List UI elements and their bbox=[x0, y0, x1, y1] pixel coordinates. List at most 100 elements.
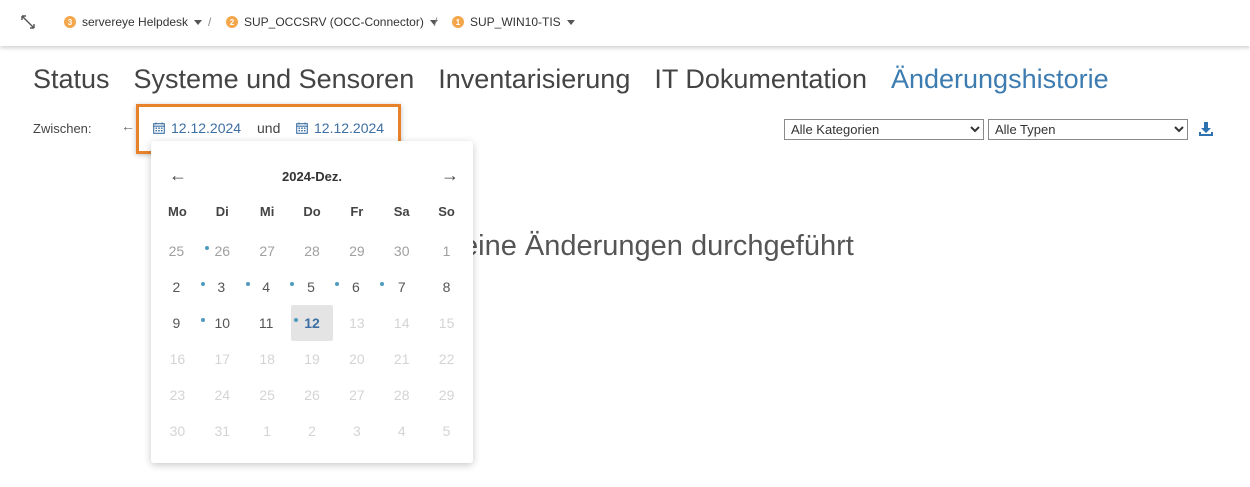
calendar-day-number: 3 bbox=[217, 279, 226, 295]
calendar-day[interactable]: 4 bbox=[245, 269, 295, 305]
event-dot-indicator bbox=[204, 246, 209, 250]
calendar-day-number: 6 bbox=[351, 279, 360, 295]
calendar-day: 23 bbox=[155, 377, 200, 413]
tab-status[interactable]: Status bbox=[33, 64, 110, 95]
main-tabs: Status Systeme und Sensoren Inventarisie… bbox=[33, 64, 1109, 95]
calendar-day: 22 bbox=[424, 341, 469, 377]
calendar-day: 3 bbox=[334, 413, 379, 449]
chevron-down-icon bbox=[194, 19, 203, 25]
calendar-day: 26 bbox=[290, 377, 335, 413]
next-month-button[interactable]: → bbox=[441, 165, 459, 186]
calendar-day-number: 28 bbox=[393, 387, 410, 403]
calendar-day-number: 27 bbox=[259, 243, 275, 259]
calendar-day: 4 bbox=[379, 413, 424, 449]
between-label: Zwischen: bbox=[33, 121, 92, 136]
event-dot-indicator bbox=[200, 318, 205, 322]
calendar-day: 21 bbox=[379, 341, 424, 377]
calendar-day-number: 9 bbox=[172, 315, 181, 331]
weekday-label: Do bbox=[303, 204, 321, 219]
calendar-day: 27 bbox=[334, 377, 379, 413]
calendar-day-number: 2 bbox=[172, 279, 181, 295]
back-arrow-icon[interactable]: ← bbox=[121, 118, 135, 134]
date-from-picker[interactable]: 12.12.2024 bbox=[153, 120, 241, 136]
event-dot-indicator bbox=[293, 318, 298, 322]
calendar-day: 15 bbox=[424, 305, 469, 341]
conjunction-label: und bbox=[257, 120, 281, 136]
breadcrumb-item-helpdesk[interactable]: 3 servereye Helpdesk bbox=[64, 15, 203, 29]
breadcrumb-label: SUP_WIN10-TIS bbox=[470, 15, 561, 29]
breadcrumb-item-occsrv[interactable]: 2 SUP_OCCSRV (OCC-Connector) bbox=[226, 15, 438, 29]
calendar-day: 17 bbox=[200, 341, 245, 377]
calendar-day: 28 bbox=[379, 377, 424, 413]
calendar-day: 19 bbox=[290, 341, 335, 377]
breadcrumb-separator: / bbox=[208, 15, 212, 29]
calendar-day[interactable]: 29 bbox=[334, 233, 379, 269]
date-to-picker[interactable]: 12.12.2024 bbox=[296, 120, 384, 136]
date-from-value: 12.12.2024 bbox=[171, 120, 242, 136]
category-select[interactable]: Alle Kategorien bbox=[784, 119, 984, 140]
calendar-day-number: 4 bbox=[262, 279, 271, 295]
tab-it-dokumentation[interactable]: IT Dokumentation bbox=[654, 64, 867, 95]
top-bar: 3 servereye Helpdesk / 2 SUP_OCCSRV (OCC… bbox=[0, 0, 1250, 46]
tab-aenderungshistorie[interactable]: Änderungshistorie bbox=[891, 64, 1109, 95]
calendar-day-number: 1 bbox=[263, 423, 272, 439]
weekday-header: Mo Di Mi Do Fr Sa So bbox=[155, 204, 469, 219]
weekday-label: Sa bbox=[393, 204, 410, 219]
calendar-day-number: 25 bbox=[259, 387, 275, 403]
calendar-day[interactable]: 9 bbox=[155, 305, 205, 341]
level-badge: 3 bbox=[64, 16, 76, 28]
calendar-day-number: 31 bbox=[214, 423, 231, 439]
calendar-day: 20 bbox=[334, 341, 379, 377]
chevron-down-icon bbox=[566, 19, 575, 25]
calendar-day-number: 2 bbox=[308, 423, 316, 439]
calendar-day[interactable]: 11 bbox=[245, 305, 298, 341]
download-icon[interactable] bbox=[1198, 122, 1214, 137]
calendar-day: 16 bbox=[155, 341, 200, 377]
calendar-day: 14 bbox=[379, 305, 424, 341]
calendar-day[interactable]: 27 bbox=[245, 233, 290, 269]
calendar-day-number: 11 bbox=[258, 315, 274, 331]
calendar-day-number: 10 bbox=[214, 315, 231, 331]
calendar-day[interactable]: 28 bbox=[290, 233, 335, 269]
calendar-days-grid: 25 26 27 28 29 30 1 2 3 4 5 6 7 8 9 10 11 12 13 14 15 16 17 18 1… bbox=[155, 233, 469, 449]
calendar-day[interactable]: 25 bbox=[155, 233, 209, 269]
calendar-day-number: 1 bbox=[442, 243, 451, 259]
calendar-day-number: 5 bbox=[442, 423, 451, 439]
calendar-day[interactable]: 30 bbox=[379, 233, 424, 269]
calendar-day-number: 21 bbox=[393, 351, 410, 367]
calendar-day[interactable]: 2 bbox=[155, 269, 205, 305]
type-select[interactable]: Alle Typen bbox=[988, 119, 1188, 140]
calendar-day[interactable]: 6 bbox=[334, 269, 385, 305]
tab-systeme-und-sensoren[interactable]: Systeme und Sensoren bbox=[134, 64, 415, 95]
calendar-day-number: 19 bbox=[304, 351, 320, 367]
level-badge: 2 bbox=[226, 16, 238, 28]
calendar-day[interactable]: 7 bbox=[379, 269, 424, 305]
calendar-day[interactable]: 8 bbox=[424, 269, 469, 305]
calendar-day: 13 bbox=[334, 305, 379, 341]
calendar-day[interactable]: 5 bbox=[290, 269, 340, 305]
calendar-day-number: 23 bbox=[169, 387, 186, 403]
breadcrumb-item-win10[interactable]: 1 SUP_WIN10-TIS bbox=[452, 15, 575, 29]
expand-icon[interactable] bbox=[20, 14, 36, 30]
calendar-icon bbox=[296, 122, 308, 134]
calendar-day-number: 18 bbox=[259, 351, 275, 367]
tab-inventarisierung[interactable]: Inventarisierung bbox=[438, 64, 630, 95]
calendar-day-number: 29 bbox=[349, 243, 365, 259]
calendar-day-number: 15 bbox=[438, 315, 455, 331]
calendar-day[interactable]: 26 bbox=[200, 233, 245, 269]
event-dot-indicator bbox=[200, 282, 205, 286]
calendar-day-number: 26 bbox=[214, 243, 231, 259]
calendar-day-number: 17 bbox=[214, 351, 231, 367]
calendar-day-number: 13 bbox=[349, 315, 365, 331]
calendar-day[interactable]: 1 bbox=[424, 233, 469, 269]
calendar-day[interactable]: 10 bbox=[200, 305, 245, 341]
calendar-day-number: 4 bbox=[397, 423, 406, 439]
calendar-day-selected[interactable]: 12 bbox=[290, 305, 335, 341]
calendar-day[interactable]: 3 bbox=[200, 269, 250, 305]
calendar-day-number: 7 bbox=[397, 279, 406, 295]
calendar-day-number: 28 bbox=[304, 243, 320, 259]
calendar-month-title: 2024-Dez. bbox=[282, 169, 342, 184]
weekday-label: Mi bbox=[259, 204, 275, 219]
calendar-day-number: 25 bbox=[168, 243, 185, 259]
calendar-day: 29 bbox=[424, 377, 469, 413]
